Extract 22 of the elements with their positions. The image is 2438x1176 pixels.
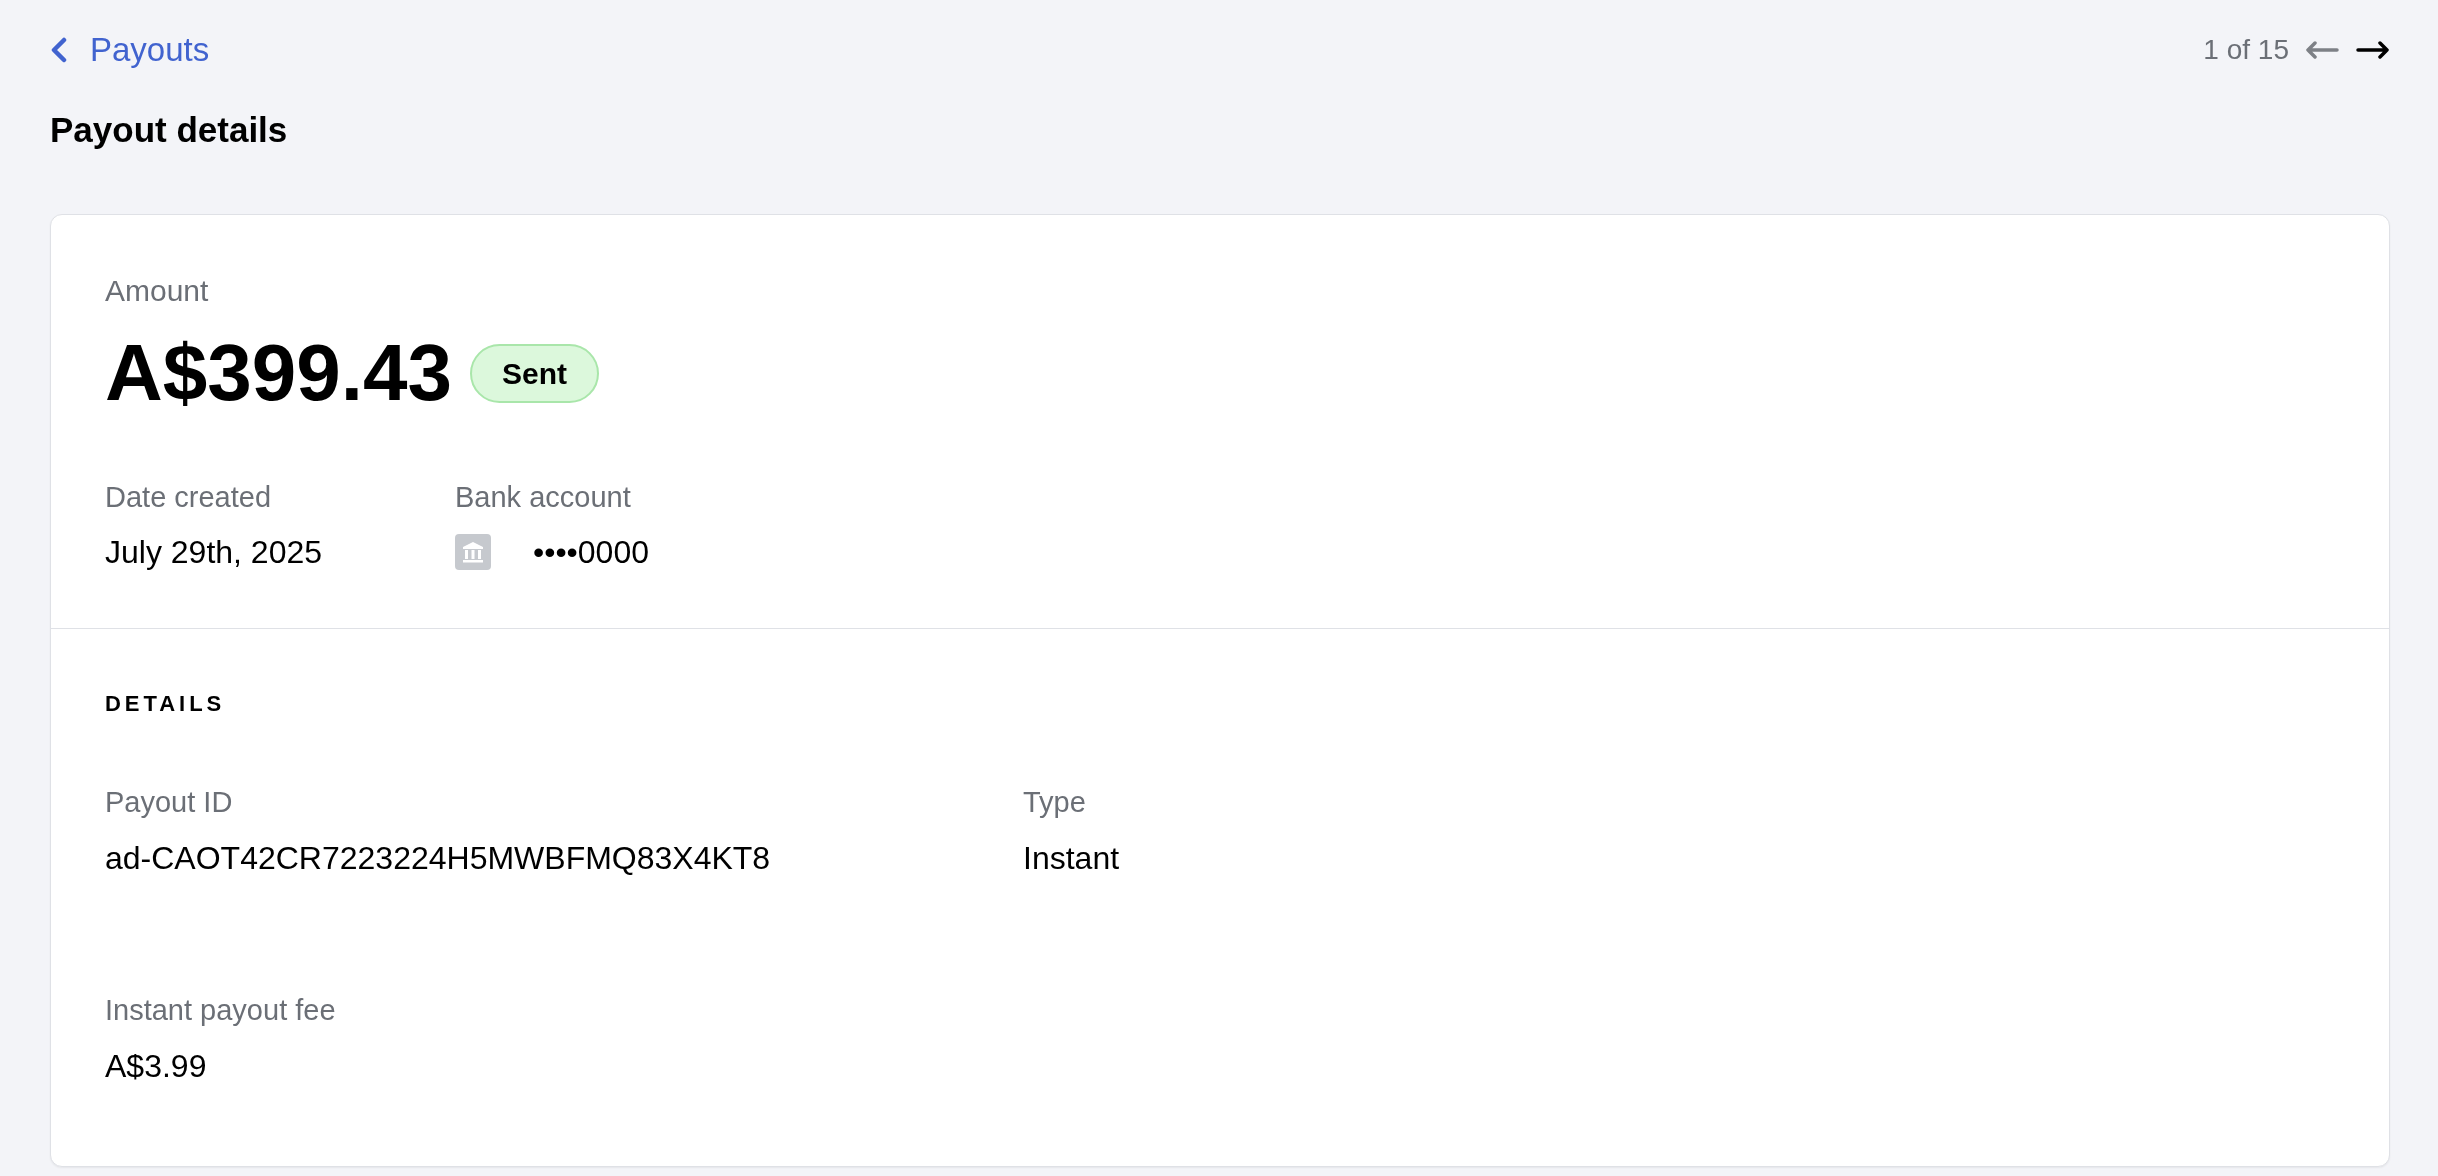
field-label: Payout ID <box>105 785 234 820</box>
field-value: Instant <box>1023 839 1121 878</box>
field-label: Instant payout fee <box>105 993 337 1028</box>
status-badge: Sent <box>469 343 599 403</box>
left-arrow-icon <box>2305 41 2339 59</box>
field-label: Bank account <box>455 480 632 515</box>
field-value: A$3.99 <box>105 1047 208 1086</box>
amount-label: Amount <box>105 273 210 309</box>
bank-account-number: ••••0000 <box>533 533 649 572</box>
page-title: Payout details <box>50 110 289 150</box>
right-arrow-icon <box>2356 41 2390 59</box>
next-arrow-button[interactable] <box>2356 38 2390 62</box>
field-value: July 29th, 2025 <box>105 533 324 572</box>
amount-value: A$399.43 <box>105 329 452 417</box>
field-label: Type <box>1023 785 1087 820</box>
pagination-count: 1 of 15 <box>2203 33 2289 67</box>
back-link[interactable]: Payouts <box>50 32 210 68</box>
chevron-left-icon <box>50 37 68 63</box>
bank-icon <box>455 534 491 570</box>
field-label: Date created <box>105 480 273 515</box>
field-value: ad-CAOT42CR7223224H5MWBFMQ83X4KT8 <box>105 839 772 878</box>
section-heading: DETAILS <box>105 690 227 718</box>
